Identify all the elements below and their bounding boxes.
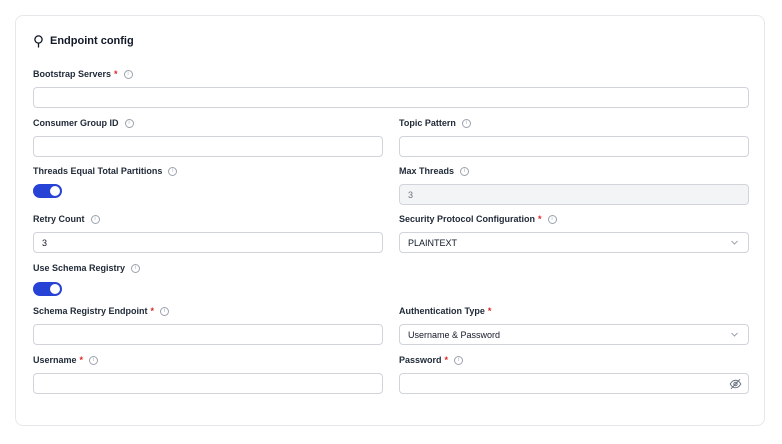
info-icon[interactable]: i — [90, 214, 100, 224]
chevron-down-icon — [730, 330, 739, 341]
toggle-knob — [50, 284, 60, 294]
info-icon[interactable]: i — [547, 214, 557, 224]
required-marker: * — [79, 355, 84, 365]
info-icon[interactable]: i — [461, 118, 471, 128]
required-marker: * — [538, 214, 542, 224]
topic-pattern-label: Topic Pattern i — [399, 116, 471, 130]
password-label: Password * i — [399, 353, 464, 367]
use-schema-registry-toggle[interactable] — [33, 282, 62, 296]
topic-pattern-input[interactable] — [399, 136, 749, 157]
threads-equal-total-partitions-label: Threads Equal Total Partitions i — [33, 164, 178, 178]
retry-count-label: Retry Count i — [33, 212, 100, 226]
authentication-type-label: Authentication Type * — [399, 306, 492, 316]
info-icon[interactable]: i — [123, 69, 133, 79]
toggle-knob — [50, 186, 60, 196]
info-icon[interactable]: i — [160, 306, 170, 316]
threads-equal-total-partitions-toggle[interactable] — [33, 184, 62, 198]
info-icon[interactable]: i — [124, 118, 134, 128]
security-protocol-value: PLAINTEXT — [408, 237, 458, 248]
bootstrap-servers-input[interactable] — [33, 87, 749, 108]
required-marker: * — [150, 306, 155, 316]
authentication-type-select[interactable]: Username & Password — [399, 324, 749, 345]
required-marker: * — [114, 69, 118, 79]
schema-registry-endpoint-label: Schema Registry Endpoint * i — [33, 304, 170, 318]
max-threads-label: Max Threads i — [399, 164, 470, 178]
use-schema-registry-label: Use Schema Registry i — [33, 261, 141, 275]
username-input[interactable] — [33, 373, 383, 394]
schema-registry-endpoint-input[interactable] — [33, 324, 383, 345]
max-threads-input — [399, 184, 749, 205]
chevron-down-icon — [730, 238, 739, 249]
lightbulb-icon — [33, 34, 44, 48]
required-marker: * — [487, 306, 492, 316]
info-icon[interactable]: i — [168, 166, 178, 176]
required-marker: * — [444, 355, 449, 365]
security-protocol-label: Security Protocol Configuration * i — [399, 212, 557, 226]
consumer-group-id-input[interactable] — [33, 136, 383, 157]
card-title-text: Endpoint config — [50, 35, 134, 47]
card-title: Endpoint config — [33, 33, 134, 49]
eye-off-icon[interactable] — [729, 377, 742, 395]
security-protocol-select[interactable]: PLAINTEXT — [399, 232, 749, 253]
authentication-type-value: Username & Password — [408, 329, 501, 340]
consumer-group-id-label: Consumer Group ID i — [33, 116, 134, 130]
info-icon[interactable]: i — [131, 263, 141, 273]
info-icon[interactable]: i — [460, 166, 470, 176]
bootstrap-servers-label: Bootstrap Servers * i — [33, 67, 133, 81]
retry-count-input[interactable] — [33, 232, 383, 253]
info-icon[interactable]: i — [454, 355, 464, 365]
info-icon[interactable]: i — [89, 355, 99, 365]
username-label: Username * i — [33, 353, 99, 367]
password-input[interactable] — [399, 373, 749, 394]
